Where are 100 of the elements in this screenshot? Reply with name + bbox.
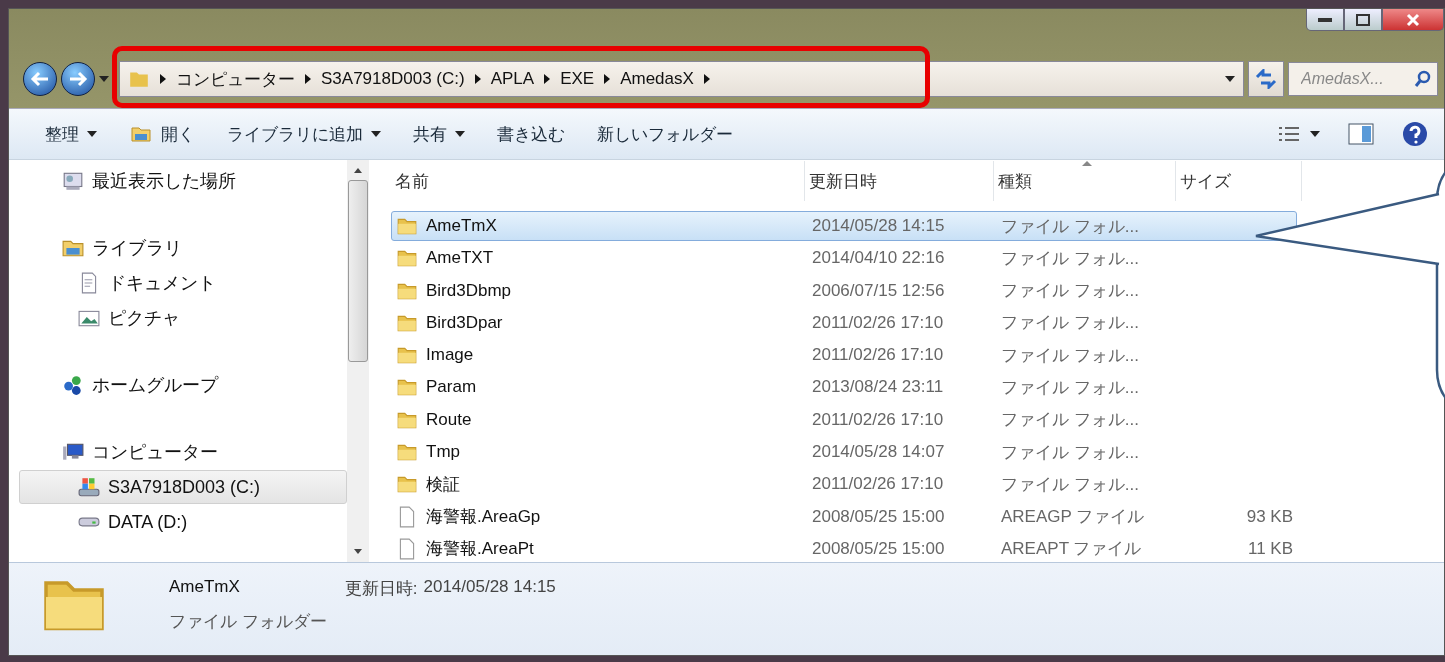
toolbar-button[interactable]: 書き込む xyxy=(487,118,575,150)
caret-icon xyxy=(87,131,97,137)
file-row[interactable]: AmeTmX 2014/05/28 14:15 ファイル フォル... xyxy=(391,211,1297,241)
preview-pane-icon xyxy=(1348,123,1374,145)
selected-item-type: ファイル フォルダー xyxy=(169,611,327,633)
file-name: Param xyxy=(426,377,477,398)
nav-item[interactable]: ピクチャ xyxy=(19,301,347,335)
close-button[interactable] xyxy=(1382,9,1444,31)
modified-date: 2014/05/28 14:07 xyxy=(811,442,946,463)
breadcrumb-arrow-icon[interactable] xyxy=(544,74,551,84)
back-button[interactable] xyxy=(23,62,57,96)
menu-button[interactable]: 共有 xyxy=(403,118,475,150)
forward-arrow-icon xyxy=(68,71,88,87)
refresh-button[interactable] xyxy=(1248,61,1284,97)
modified-date: 2014/04/10 22:16 xyxy=(811,248,946,269)
recent-pages-caret-icon[interactable] xyxy=(99,76,109,82)
breadcrumb-arrow-icon[interactable] xyxy=(604,74,611,84)
search-field[interactable]: AmedasX... xyxy=(1288,62,1438,96)
column-header[interactable]: サイズ xyxy=(1176,161,1302,201)
modified-value: 2014/05/28 14:15 xyxy=(423,577,556,598)
file-type: ファイル フォル... xyxy=(1000,377,1140,399)
scroll-down-icon[interactable] xyxy=(354,549,362,554)
file-row[interactable]: 検証 2011/02/26 17:10 ファイル フォル... xyxy=(391,469,1297,500)
file-row[interactable]: Route 2011/02/26 17:10 ファイル フォル... xyxy=(391,404,1297,435)
breadcrumb-arrow-icon[interactable] xyxy=(160,74,166,84)
file-name: Bird3Dpar xyxy=(426,312,503,333)
nav-item[interactable]: ライブラリ xyxy=(19,231,347,265)
modified-date: 2008/05/25 15:00 xyxy=(811,506,946,527)
maximize-button[interactable] xyxy=(1344,9,1382,31)
open-button[interactable]: 開く xyxy=(119,118,205,150)
maximize-icon xyxy=(1356,13,1370,26)
nav-item[interactable]: S3A7918D003 (C:) xyxy=(19,470,347,504)
scroll-thumb[interactable] xyxy=(348,180,368,362)
history-caret-icon[interactable] xyxy=(1225,76,1235,82)
folder-icon xyxy=(129,124,153,144)
file-row[interactable]: Tmp 2014/05/28 14:07 ファイル フォル... xyxy=(391,437,1297,468)
file-row[interactable]: Image 2011/02/26 17:10 ファイル フォル... xyxy=(391,340,1297,371)
menu-button[interactable]: 整理 xyxy=(35,118,107,150)
computer-icon xyxy=(62,441,84,463)
column-header[interactable]: 更新日時 xyxy=(805,161,994,201)
file-name: Image xyxy=(426,345,474,366)
modified-date: 2008/05/25 15:00 xyxy=(811,538,946,559)
nav-item[interactable]: ドキュメント xyxy=(19,266,347,300)
file-type: AREAGP ファイル xyxy=(1000,506,1146,529)
modified-date: 2011/02/26 17:10 xyxy=(811,409,945,430)
minimize-icon xyxy=(1318,16,1332,23)
details-view-icon xyxy=(1278,126,1300,142)
menu-button[interactable]: ライブラリに追加 xyxy=(217,118,391,150)
file-row[interactable]: Bird3Dpar 2011/02/26 17:10 ファイル フォル... xyxy=(391,307,1297,338)
file-type: ファイル フォル... xyxy=(1000,441,1140,464)
column-header[interactable]: 種類 xyxy=(994,161,1176,201)
file-type: ファイル フォル... xyxy=(1000,409,1140,432)
file-row[interactable]: Bird3Dbmp 2006/07/15 12:56 ファイル フォル... xyxy=(391,275,1297,306)
file-type: ファイル フォル... xyxy=(1000,473,1140,496)
help-icon xyxy=(1402,121,1428,147)
toolbar-button[interactable]: 新しいフォルダー xyxy=(587,118,743,150)
refresh-icon xyxy=(1255,69,1277,89)
file-name: 海警報.AreaPt xyxy=(426,538,534,561)
breadcrumb-arrow-icon[interactable] xyxy=(474,74,481,84)
homegroup-icon xyxy=(62,374,84,396)
caret-icon xyxy=(455,131,465,137)
search-icon xyxy=(1414,70,1432,88)
file-row[interactable]: 海警報.AreaGp 2008/05/25 15:00 AREAGP ファイル 93 KB xyxy=(391,501,1297,532)
breadcrumb[interactable]: APLA xyxy=(490,69,535,89)
file-type: ファイル フォル... xyxy=(1000,247,1140,270)
breadcrumb-arrow-icon[interactable] xyxy=(703,74,710,84)
drive-icon xyxy=(78,517,100,527)
sort-arrow-icon xyxy=(1082,161,1092,166)
recent-places-icon xyxy=(62,170,84,192)
file-row[interactable]: 海警報.AreaPt 2008/05/25 15:00 AREAPT ファイル 11 KB xyxy=(391,533,1297,564)
file-name: 海警報.AreaGp xyxy=(426,506,541,529)
file-name: AmeTmX xyxy=(426,216,497,236)
modified-date: 2013/08/24 23:11 xyxy=(811,377,945,398)
scrollbar[interactable] xyxy=(347,160,369,562)
file-size: 93 KB xyxy=(1245,506,1294,527)
file-type: ファイル フォル... xyxy=(1000,312,1140,335)
nav-item[interactable]: 最近表示した場所 xyxy=(19,164,347,198)
modified-date: 2006/07/15 12:56 xyxy=(811,280,946,301)
file-name: AmeTXT xyxy=(426,248,494,269)
scroll-up-icon[interactable] xyxy=(354,168,362,173)
breadcrumb[interactable]: コンピューター xyxy=(176,67,295,91)
file-row[interactable]: Param 2013/08/24 23:11 ファイル フォル... xyxy=(391,372,1297,403)
nav-item[interactable]: ホームグループ xyxy=(19,368,347,402)
forward-button[interactable] xyxy=(61,62,95,96)
file-size: 11 KB xyxy=(1246,538,1294,559)
file-row[interactable]: AmeTXT 2014/04/10 22:16 ファイル フォル... xyxy=(391,243,1297,274)
nav-item[interactable]: DATA (D:) xyxy=(19,505,347,539)
file-name: Bird3Dbmp xyxy=(426,280,512,301)
breadcrumb-arrow-icon[interactable] xyxy=(305,74,311,84)
breadcrumb[interactable]: EXE xyxy=(560,69,595,89)
minimize-button[interactable] xyxy=(1306,9,1344,31)
caret-icon xyxy=(1310,131,1320,137)
file-type: ファイル フォル... xyxy=(1000,280,1140,303)
address-bar[interactable]: コンピューター S3A7918D003 (C:) APLA EXE AmedasX xyxy=(119,61,1244,97)
caret-icon xyxy=(371,131,381,137)
breadcrumb[interactable]: S3A7918D003 (C:) xyxy=(321,69,465,89)
column-header[interactable]: 名前 xyxy=(391,161,805,201)
back-arrow-icon xyxy=(30,71,50,87)
nav-item[interactable]: コンピューター xyxy=(19,435,347,469)
breadcrumb[interactable]: AmedasX xyxy=(620,69,694,89)
